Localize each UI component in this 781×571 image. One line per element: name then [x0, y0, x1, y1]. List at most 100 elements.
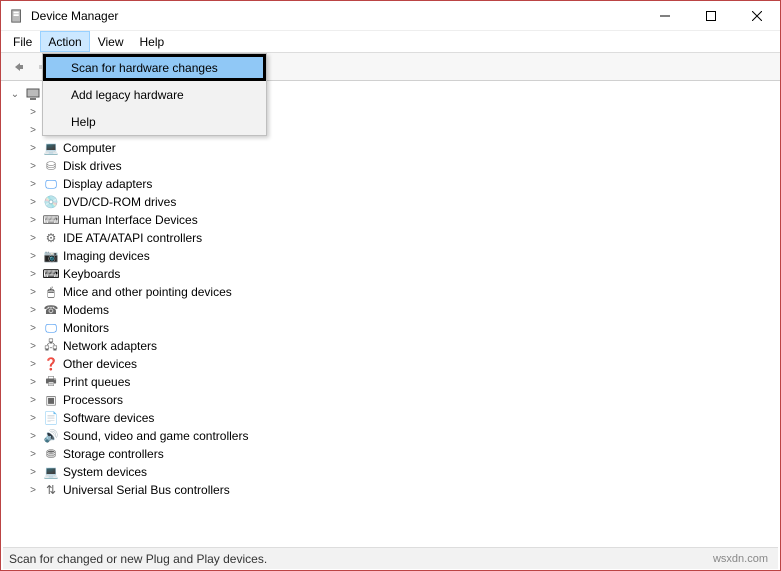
tree-node[interactable]: > ☎ Modems: [27, 301, 778, 319]
device-category-icon: 🔊: [43, 428, 59, 444]
expander-icon[interactable]: >: [27, 449, 39, 460]
tree-node-label: Imaging devices: [63, 249, 150, 263]
tree-node-label: Display adapters: [63, 177, 152, 191]
expander-icon[interactable]: >: [27, 233, 39, 244]
menu-item-scan-hardware[interactable]: Scan for hardware changes: [43, 54, 266, 81]
device-category-icon: ⌨: [43, 266, 59, 282]
expander-icon[interactable]: >: [27, 305, 39, 316]
tree-node-label: System devices: [63, 465, 147, 479]
device-category-icon: 🖵: [43, 176, 59, 192]
tree-node[interactable]: > ❓ Other devices: [27, 355, 778, 373]
menu-item-add-legacy-hardware[interactable]: Add legacy hardware: [43, 81, 266, 108]
expander-icon[interactable]: >: [27, 323, 39, 334]
tree-node[interactable]: > 🖧 Network adapters: [27, 337, 778, 355]
expander-icon[interactable]: >: [27, 431, 39, 442]
tree-node-label: Monitors: [63, 321, 109, 335]
expander-icon[interactable]: >: [27, 251, 39, 262]
statusbar: Scan for changed or new Plug and Play de…: [3, 547, 778, 569]
tree-node[interactable]: > ⌨ Keyboards: [27, 265, 778, 283]
menu-view[interactable]: View: [90, 31, 132, 52]
device-category-icon: 📄: [43, 410, 59, 426]
tree-node-label: Sound, video and game controllers: [63, 429, 248, 443]
menu-help[interactable]: Help: [132, 31, 173, 52]
tree-node[interactable]: > 💻 Computer: [27, 139, 778, 157]
tree-node-label: Mice and other pointing devices: [63, 285, 232, 299]
tree-node[interactable]: > 💻 System devices: [27, 463, 778, 481]
status-source: wsxdn.com: [713, 553, 778, 565]
expander-icon[interactable]: >: [27, 377, 39, 388]
action-dropdown: Scan for hardware changes Add legacy har…: [42, 53, 267, 136]
tree-node[interactable]: >⇅Universal Serial Bus controllers: [27, 481, 778, 499]
tree-node[interactable]: > ⚙ IDE ATA/ATAPI controllers: [27, 229, 778, 247]
tree-node[interactable]: > 📄 Software devices: [27, 409, 778, 427]
tree-node-label: Human Interface Devices: [63, 213, 198, 227]
expander-icon[interactable]: ⌄: [9, 89, 21, 100]
device-category-icon: ⇅: [43, 482, 59, 498]
expander-icon[interactable]: >: [27, 125, 39, 136]
tree-node[interactable]: > 🖱 Mice and other pointing devices: [27, 283, 778, 301]
tree-node-label: IDE ATA/ATAPI controllers: [63, 231, 202, 245]
device-category-icon: 🖵: [43, 320, 59, 336]
tree-node[interactable]: > 📷 Imaging devices: [27, 247, 778, 265]
status-text: Scan for changed or new Plug and Play de…: [3, 552, 713, 566]
menu-action[interactable]: Action: [40, 31, 89, 52]
tree-node[interactable]: >⌨Human Interface Devices: [27, 211, 778, 229]
tree-node-label: Software devices: [63, 411, 154, 425]
device-category-icon: 💿: [43, 194, 59, 210]
expander-icon[interactable]: >: [27, 143, 39, 154]
tree-node[interactable]: >▣Processors: [27, 391, 778, 409]
tree-node[interactable]: > 🔊 Sound, video and game controllers: [27, 427, 778, 445]
tree-node-label: Processors: [63, 393, 123, 407]
tree-node-label: Network adapters: [63, 339, 157, 353]
menu-item-help[interactable]: Help: [43, 108, 266, 135]
device-category-icon: 💻: [43, 464, 59, 480]
expander-icon[interactable]: >: [27, 269, 39, 280]
tree-node-label: Disk drives: [63, 159, 122, 173]
tree-node[interactable]: > 💿 DVD/CD-ROM drives: [27, 193, 778, 211]
expander-icon[interactable]: >: [27, 197, 39, 208]
tree-node-label: Other devices: [63, 357, 137, 371]
expander-icon[interactable]: >: [27, 359, 39, 370]
expander-icon[interactable]: >: [27, 161, 39, 172]
device-category-icon: ❓: [43, 356, 59, 372]
titlebar: Device Manager: [1, 1, 780, 31]
tree-node-label: Keyboards: [63, 267, 120, 281]
minimize-button[interactable]: [642, 1, 688, 31]
expander-icon[interactable]: >: [27, 215, 39, 226]
window-title: Device Manager: [31, 9, 642, 23]
maximize-button[interactable]: [688, 1, 734, 31]
device-category-icon: 💻: [43, 140, 59, 156]
expander-icon[interactable]: >: [27, 485, 39, 496]
menu-file[interactable]: File: [5, 31, 40, 52]
tree-node-label: DVD/CD-ROM drives: [63, 195, 176, 209]
device-category-icon: ☎: [43, 302, 59, 318]
expander-icon[interactable]: >: [27, 467, 39, 478]
expander-icon[interactable]: >: [27, 107, 39, 118]
tree-node-label: Storage controllers: [63, 447, 164, 461]
expander-icon[interactable]: >: [27, 413, 39, 424]
device-category-icon: 🖱: [43, 284, 59, 300]
device-category-icon: ⛃: [43, 446, 59, 462]
menubar: File Action View Help: [1, 31, 780, 53]
device-category-icon: ⚙: [43, 230, 59, 246]
device-tree-pane[interactable]: ⌄ >🔋Batteries>ᚼBluetooth>💻Computer>⛁Disk…: [3, 83, 778, 540]
device-category-icon: ⛁: [43, 158, 59, 174]
computer-icon: [25, 86, 41, 102]
expander-icon[interactable]: >: [27, 341, 39, 352]
tree-node[interactable]: > ⛃ Storage controllers: [27, 445, 778, 463]
device-category-icon: 🖧: [43, 338, 59, 354]
tree-node[interactable]: > 🖵 Monitors: [27, 319, 778, 337]
expander-icon[interactable]: >: [27, 287, 39, 298]
tree-node-label: Computer: [63, 141, 116, 155]
tree-node[interactable]: >🖶Print queues: [27, 373, 778, 391]
tree-node-label: Modems: [63, 303, 109, 317]
close-button[interactable]: [734, 1, 780, 31]
tree-node[interactable]: > 🖵 Display adapters: [27, 175, 778, 193]
window-controls: [642, 1, 780, 31]
device-category-icon: 📷: [43, 248, 59, 264]
expander-icon[interactable]: >: [27, 179, 39, 190]
tree-node[interactable]: > ⛁ Disk drives: [27, 157, 778, 175]
expander-icon[interactable]: >: [27, 395, 39, 406]
app-icon: [9, 8, 25, 24]
back-button[interactable]: [7, 56, 29, 78]
